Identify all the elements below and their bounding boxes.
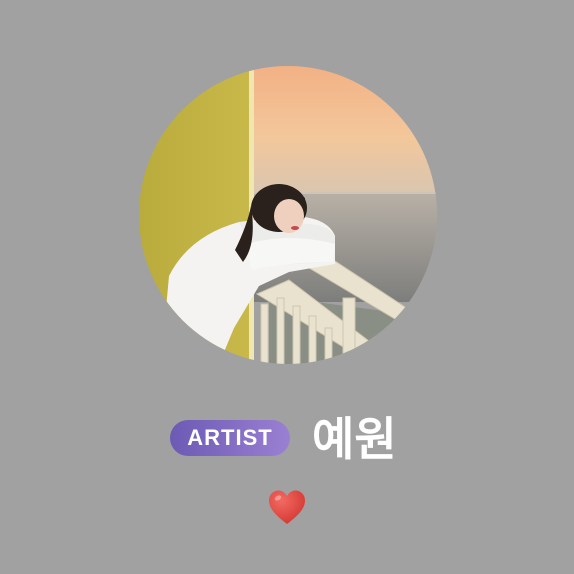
artist-name: 예원 bbox=[312, 412, 397, 466]
profile-photo bbox=[139, 66, 437, 364]
artist-badge: ARTIST bbox=[170, 420, 290, 456]
heart-icon[interactable] bbox=[267, 488, 307, 528]
profile-avatar[interactable] bbox=[139, 66, 437, 364]
artist-profile-card: ARTIST 예원 bbox=[0, 0, 574, 574]
name-row: ARTIST 예원 bbox=[0, 408, 574, 470]
